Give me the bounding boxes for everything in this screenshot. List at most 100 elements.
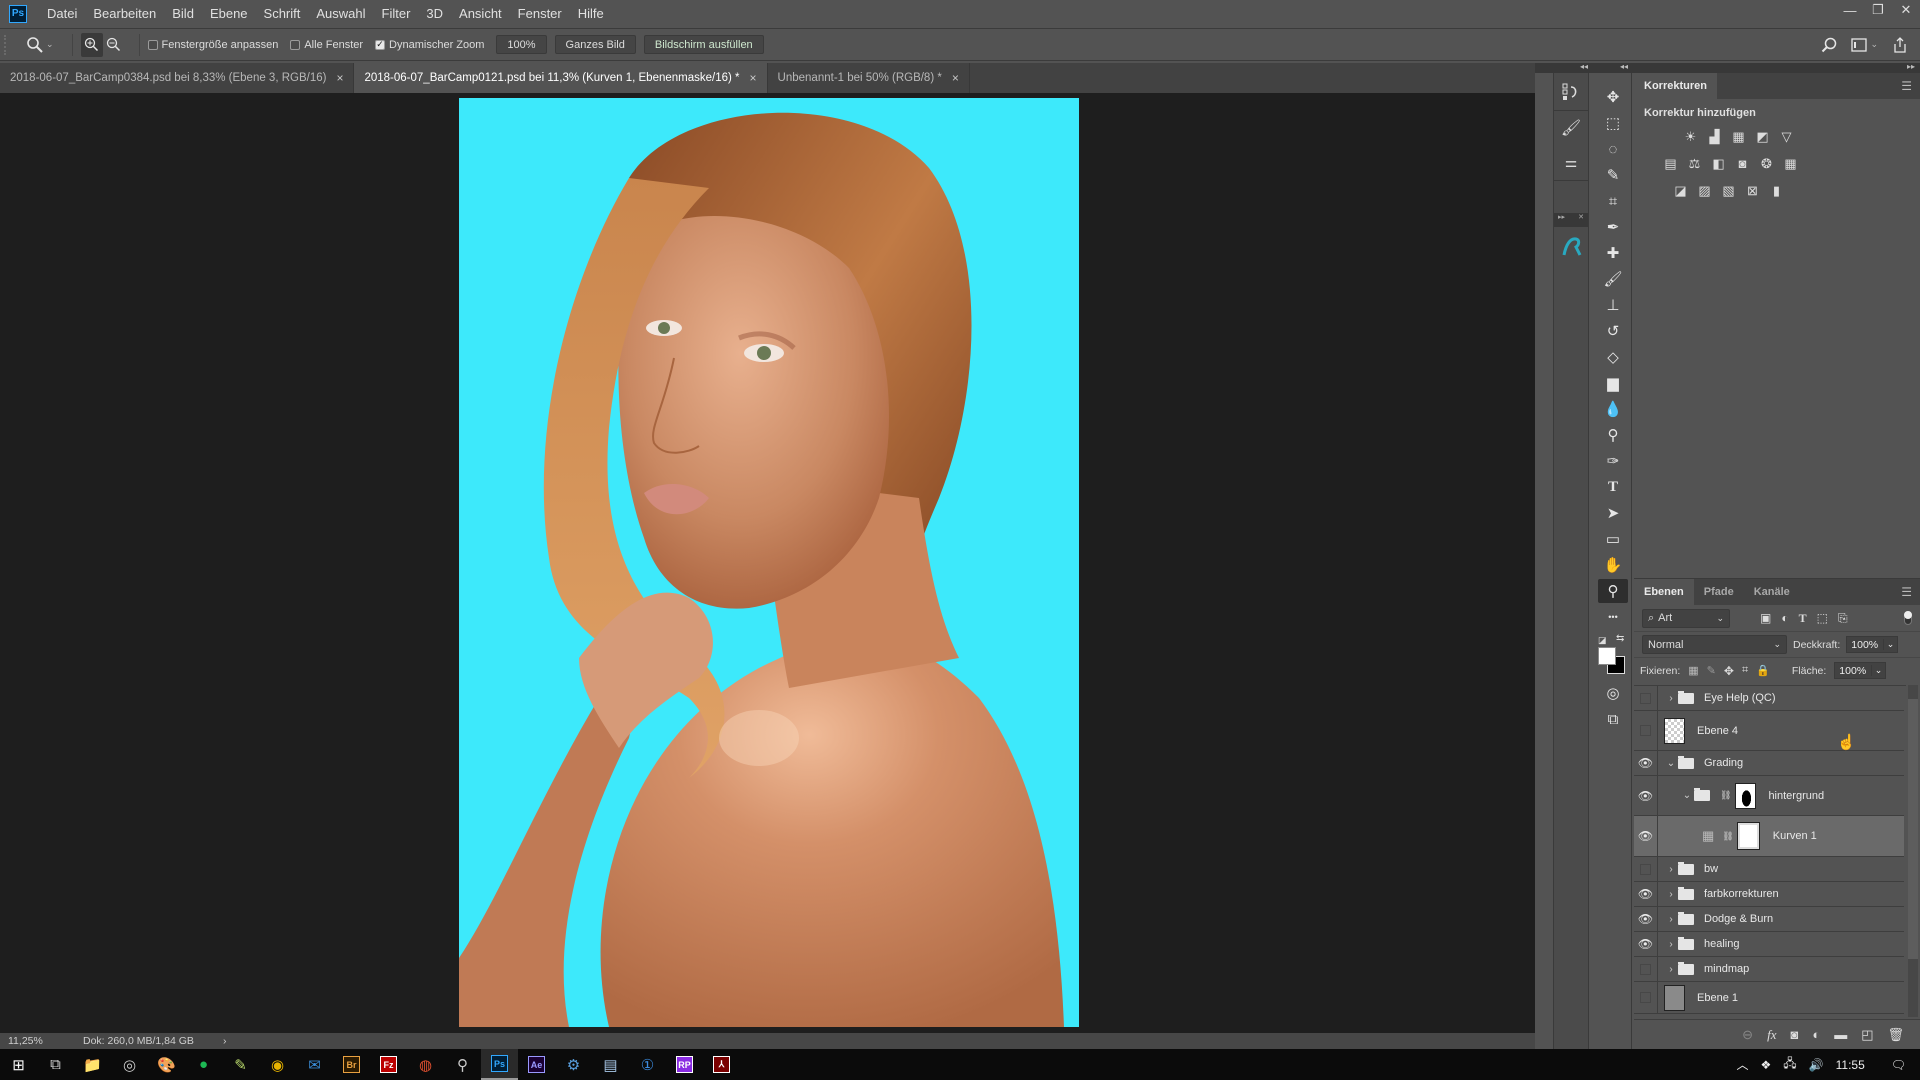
lock-artboard-icon[interactable]: ⌗ <box>1742 664 1748 677</box>
filter-smart-object-icon[interactable]: ⎘ <box>1838 611 1848 626</box>
taskbar-notepad-plus[interactable]: ✎ <box>222 1049 259 1080</box>
layer-thumbnail[interactable] <box>1664 984 1685 1011</box>
taskbar-rp[interactable]: RP <box>666 1049 703 1080</box>
chevron-down-icon[interactable]: ⌄ <box>1680 790 1694 801</box>
chevron-right-icon[interactable]: › <box>1664 693 1678 704</box>
toolbar-grip[interactable] <box>1594 73 1631 83</box>
tab-pfade[interactable]: Pfade <box>1694 579 1744 605</box>
layer-name[interactable]: healing <box>1704 938 1739 950</box>
visibility-toggle[interactable] <box>1634 982 1658 1013</box>
link-icon[interactable]: ⛓ <box>1722 831 1733 842</box>
chevron-right-icon[interactable]: › <box>1664 889 1678 900</box>
taskbar-acrobat[interactable]: ⅄ <box>703 1049 740 1080</box>
quick-selection-tool[interactable]: ✎ <box>1598 163 1628 187</box>
rectangle-tool[interactable]: ▭ <box>1598 527 1628 551</box>
volume-icon[interactable]: 🔊 <box>1809 1058 1824 1072</box>
add-mask-icon[interactable]: ◙ <box>1790 1027 1798 1042</box>
visibility-toggle[interactable]: 👁 <box>1634 816 1658 856</box>
search-icon[interactable] <box>1821 37 1837 53</box>
taskbar-spotify[interactable]: ● <box>185 1049 222 1080</box>
tab-kanäle[interactable]: Kanäle <box>1744 579 1800 605</box>
menu-3d[interactable]: 3D <box>418 0 451 27</box>
taskbar-task-view[interactable]: ⧉ <box>37 1049 74 1080</box>
minimize-button[interactable]: — <box>1836 0 1864 20</box>
layer-name[interactable]: Dodge & Burn <box>1704 913 1773 925</box>
default-colors-icon[interactable]: ◪ <box>1598 635 1607 646</box>
share-icon[interactable] <box>1892 36 1908 54</box>
healing-brush-tool[interactable]: ✚ <box>1598 241 1628 265</box>
layer-row[interactable]: 👁 › healing <box>1634 932 1904 957</box>
document-tab[interactable]: 2018-06-07_BarCamp0384.psd bei 8,33% (Eb… <box>0 63 355 93</box>
adjustment-levels-button[interactable]: ▟ <box>1706 129 1723 144</box>
taskbar-thunderbird[interactable]: ✉ <box>296 1049 333 1080</box>
layer-name[interactable]: farbkorrekturen <box>1704 888 1779 900</box>
layer-name[interactable]: mindmap <box>1704 963 1749 975</box>
menu-bearbeiten[interactable]: Bearbeiten <box>85 0 164 27</box>
path-selection-tool[interactable]: ➤ <box>1598 501 1628 525</box>
layer-row[interactable]: 👁 › farbkorrekturen <box>1634 882 1904 907</box>
lock-transparent-icon[interactable]: ▦ <box>1688 664 1698 677</box>
filter-type-icon[interactable]: T <box>1799 611 1807 626</box>
adjustment-channel-mixer-button[interactable]: ❂ <box>1758 156 1775 171</box>
adjustment-brightness-contrast-button[interactable]: ☀ <box>1682 129 1699 144</box>
adjustment-exposure-button[interactable]: ◩ <box>1754 129 1771 144</box>
fit-window-checkbox[interactable]: Fenstergröße anpassen <box>147 39 278 51</box>
expand-icon[interactable]: ▸▸ <box>1558 213 1565 227</box>
more-tool[interactable]: ••• <box>1598 605 1628 629</box>
lock-all-icon[interactable]: 🔒 <box>1756 664 1770 677</box>
fill-screen-button[interactable]: Bildschirm ausfüllen <box>643 35 764 54</box>
crop-tool[interactable]: ⌗ <box>1598 189 1628 213</box>
visibility-toggle[interactable]: 👁 <box>1634 907 1658 931</box>
menu-datei[interactable]: Datei <box>39 0 85 27</box>
layer-row[interactable]: › mindmap <box>1634 957 1904 982</box>
lock-position-icon[interactable]: ✥ <box>1724 664 1734 678</box>
collapse-icon[interactable]: ◂◂ <box>1620 62 1628 71</box>
adjustment-threshold-button[interactable]: ▧ <box>1720 183 1737 198</box>
menu-fenster[interactable]: Fenster <box>510 0 570 27</box>
taskbar-chrome[interactable]: ◉ <box>259 1049 296 1080</box>
floating-panel-header[interactable]: ▸▸ ✕ <box>1554 213 1588 227</box>
close-window-button[interactable]: ✕ <box>1892 0 1920 20</box>
taskbar-notepad[interactable]: ▤ <box>592 1049 629 1080</box>
close-tab-icon[interactable]: × <box>952 71 959 85</box>
adjustment-hue-saturation-button[interactable]: ▤ <box>1662 156 1679 171</box>
marquee-tool[interactable]: ⬚ <box>1598 111 1628 135</box>
layer-row[interactable]: Ebene 4 <box>1634 711 1904 751</box>
adjustment-vibrance-button[interactable]: ▽ <box>1778 129 1795 144</box>
zoom-level[interactable]: 11,25% <box>0 1035 75 1047</box>
opacity-input[interactable]: 100% ⌄ <box>1846 636 1899 653</box>
visibility-toggle[interactable] <box>1634 711 1658 750</box>
hand-tool[interactable]: ✋ <box>1598 553 1628 577</box>
layer-row[interactable]: 👁 ⌄ Grading <box>1634 751 1904 776</box>
layer-row[interactable]: 👁 ⌄ ⛓ hintergrund <box>1634 776 1904 816</box>
blend-mode-dropdown[interactable]: Normal ⌄ <box>1642 635 1787 654</box>
zoom-tool[interactable]: ⚲ <box>1598 579 1628 603</box>
menu-bild[interactable]: Bild <box>164 0 202 27</box>
network-icon[interactable]: 🖧 <box>1783 1054 1796 1075</box>
foreground-color[interactable] <box>1598 647 1616 665</box>
options-bar-grip[interactable] <box>4 34 18 55</box>
checkbox-checked[interactable]: ✓ <box>375 39 386 50</box>
close-tab-icon[interactable]: × <box>336 71 343 85</box>
scrollbar-thumb[interactable] <box>1908 699 1918 959</box>
document-tab[interactable]: Unbenannt-1 bei 50% (RGB/8) * × <box>768 63 970 93</box>
layer-name[interactable]: hintergrund <box>1768 790 1824 802</box>
taskbar-start[interactable]: ⊞ <box>0 1049 37 1080</box>
adjustment-black-white-button[interactable]: ◧ <box>1710 156 1727 171</box>
taskbar-paint[interactable]: 🎨 <box>148 1049 185 1080</box>
move-tool[interactable]: ✥ <box>1598 85 1628 109</box>
layer-row[interactable]: › Eye Help (QC) <box>1634 686 1904 711</box>
dodge-tool[interactable]: ⚲ <box>1598 423 1628 447</box>
history-panel-button[interactable] <box>1554 73 1588 111</box>
visibility-toggle[interactable]: 👁 <box>1634 882 1658 906</box>
filter-shape-icon[interactable]: ⬚ <box>1817 611 1828 625</box>
type-tool[interactable]: T <box>1598 475 1628 499</box>
link-icon[interactable]: ⛓ <box>1720 790 1731 801</box>
gradient-tool[interactable]: ▆ <box>1598 371 1628 395</box>
eyedropper-tool[interactable]: ✒ <box>1598 215 1628 239</box>
layer-name[interactable]: Grading <box>1704 757 1743 769</box>
fill-input[interactable]: 100% ⌄ <box>1834 662 1887 679</box>
blur-tool[interactable]: 💧 <box>1598 397 1628 421</box>
adjustment-curves-button[interactable]: ▦ <box>1730 129 1747 144</box>
tab-ebenen[interactable]: Ebenen <box>1634 579 1694 605</box>
